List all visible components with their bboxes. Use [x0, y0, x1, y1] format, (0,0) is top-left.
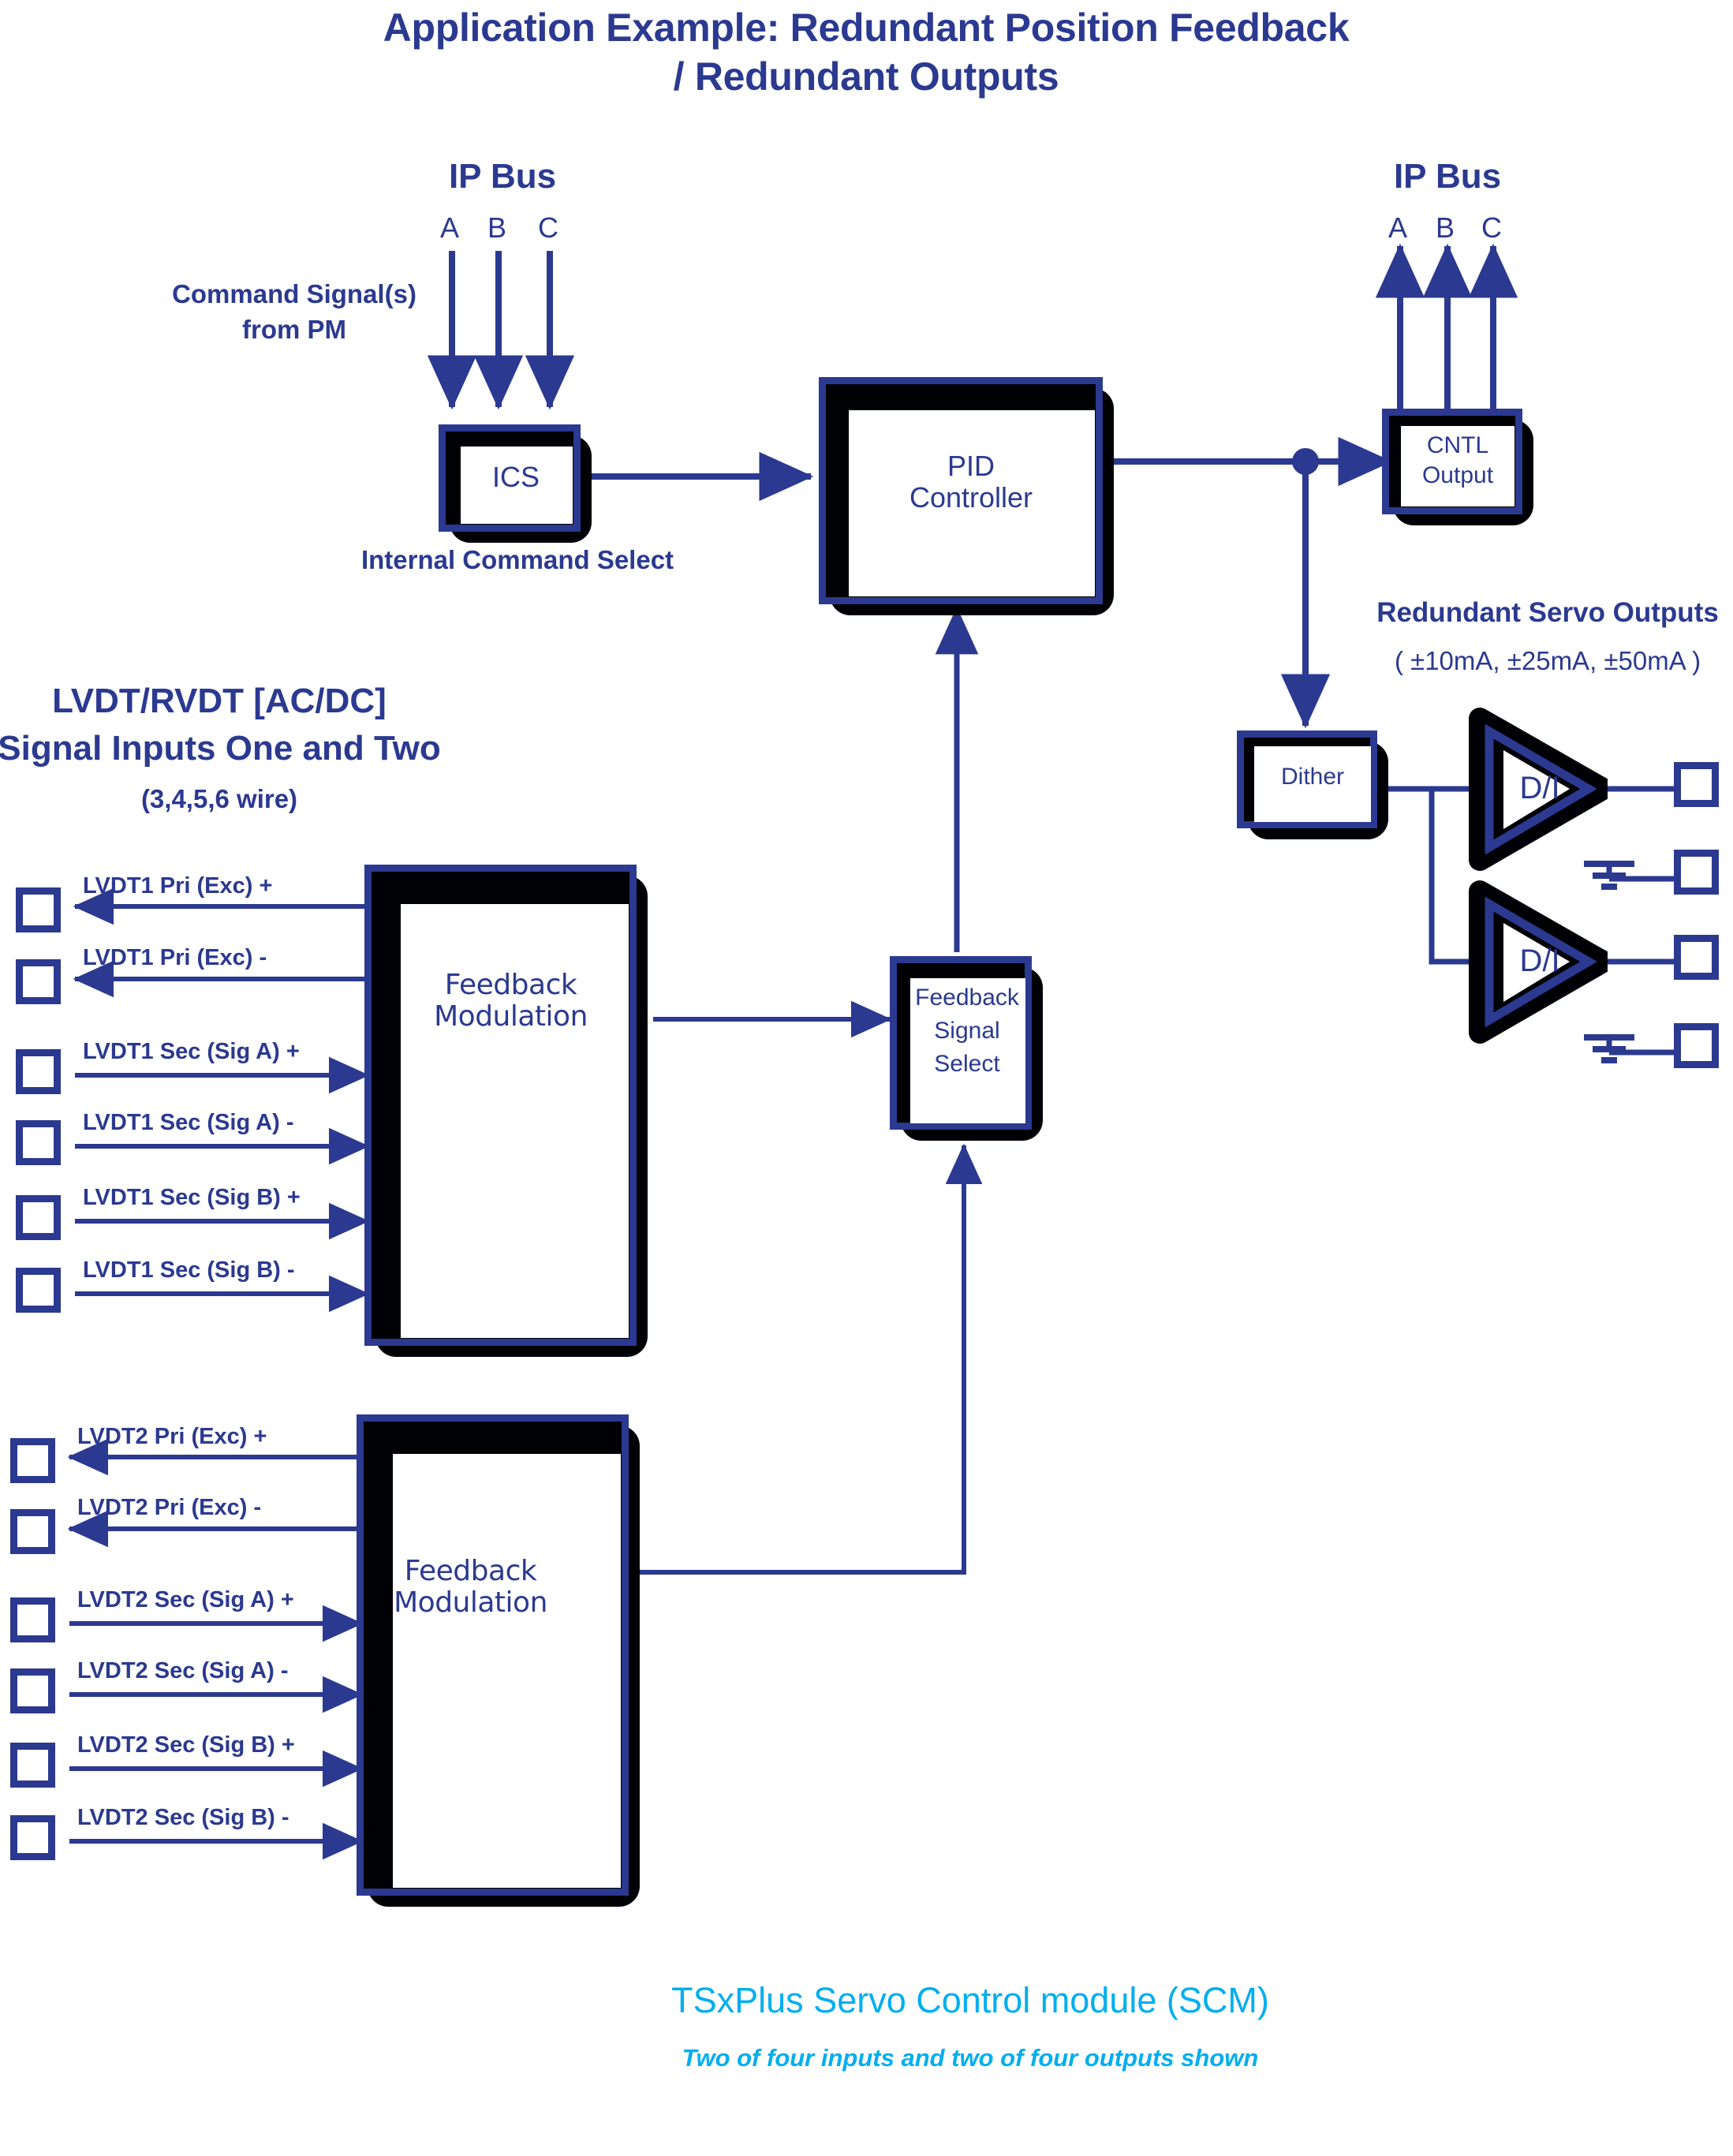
signal-inputs-header-line3: (3,4,5,6 wire) [140, 784, 298, 813]
input-bus-line-c: C [538, 211, 558, 244]
pid-block-label-line2: Controller [909, 481, 1033, 514]
fss-block-label-line1: Feedback [915, 985, 1019, 1011]
fm2-block-fill [393, 1454, 621, 1888]
input-bus-line-a: A [440, 211, 460, 244]
ics-block[interactable]: ICS [439, 424, 592, 543]
lvdt1-label-5: LVDT1 Sec (Sig B) + [83, 1185, 301, 1210]
lvdt2-terminal-6[interactable] [10, 1815, 55, 1860]
servo-outputs-ranges: ( ±10mA, ±25mA, ±50mA ) [1394, 646, 1701, 675]
lvdt2-label-3: LVDT2 Sec (Sig A) + [77, 1587, 294, 1612]
lvdt1-terminal-3[interactable] [16, 1049, 61, 1094]
lvdt2-label-5: LVDT2 Sec (Sig B) + [77, 1732, 295, 1758]
output-bus-line-b: B [1436, 211, 1455, 244]
lvdt2-label-6: LVDT2 Sec (Sig B) - [77, 1805, 289, 1830]
wire-junction-dot [1292, 448, 1319, 475]
output-bus-line-c: C [1481, 211, 1502, 244]
lvdt2-terminal-2[interactable] [10, 1509, 55, 1554]
fm1-block-label-line1: Feedback [444, 969, 577, 1001]
servo-output-terminal-4[interactable] [1674, 1023, 1719, 1068]
dither-block-label: Dither [1280, 764, 1345, 790]
fss-block-label-line2: Signal [934, 1018, 1000, 1044]
lvdt1-label-4: LVDT1 Sec (Sig A) - [83, 1110, 294, 1135]
lvdt1-terminal-1[interactable] [16, 887, 61, 932]
servo-output-terminal-3[interactable] [1674, 935, 1719, 980]
fm2-block-label-line1: Feedback [404, 1555, 537, 1587]
lvdt1-terminal-2[interactable] [16, 959, 61, 1004]
fm1-block-label-line2: Modulation [434, 1000, 588, 1033]
pid-controller-block[interactable]: PID Controller [819, 377, 1114, 615]
di-amplifier-2-label: D/I [1519, 943, 1560, 978]
output-ip-bus-label: IP Bus [1393, 157, 1502, 196]
feedback-modulation-1-block[interactable]: Feedback Modulation [364, 865, 648, 1357]
command-signal-note-line1: Command Signal(s) [172, 279, 416, 308]
ics-block-label: ICS [491, 461, 540, 493]
lvdt1-terminal-6[interactable] [16, 1268, 61, 1313]
ics-caption: Internal Command Select [360, 545, 674, 574]
page-title-line2: / Redundant Outputs [673, 54, 1059, 99]
lvdt2-terminal-3[interactable] [10, 1597, 55, 1642]
cntl-output-block[interactable]: CNTL Output [1382, 409, 1533, 525]
di-amplifier-2[interactable]: D/I [1469, 877, 1614, 1047]
footer-caption: TSxPlus Servo Control module (SCM) [671, 1980, 1269, 2020]
wire-fm2-to-fss [639, 1143, 983, 1575]
signal-inputs-header-line2: Signal Inputs One and Two [0, 729, 441, 768]
cntl-block-label-line2: Output [1421, 462, 1494, 488]
servo-output-terminal-1[interactable] [1674, 762, 1719, 807]
output-bus-line-a: A [1388, 211, 1408, 244]
servo-outputs-header: Redundant Servo Outputs [1376, 597, 1719, 628]
page-title-line1: Application Example: Redundant Position … [383, 6, 1350, 50]
lvdt2-terminal-4[interactable] [10, 1668, 55, 1713]
dither-block[interactable]: Dither [1237, 730, 1388, 839]
command-signal-note-line2: from PM [242, 315, 346, 344]
servo-output-terminal-2[interactable] [1674, 850, 1719, 895]
lvdt1-terminal-4[interactable] [16, 1120, 61, 1165]
lvdt2-label-2: LVDT2 Pri (Exc) - [77, 1495, 262, 1520]
feedback-modulation-2-block[interactable]: Feedback Modulation [357, 1414, 640, 1907]
lvdt2-terminal-1[interactable] [10, 1438, 55, 1483]
fm2-block-label-line2: Modulation [394, 1586, 547, 1619]
pid-block-label-line1: PID [947, 450, 995, 482]
cntl-block-label-line1: CNTL [1426, 432, 1489, 458]
lvdt2-terminal-5[interactable] [10, 1743, 55, 1788]
input-bus-line-b: B [487, 211, 507, 244]
di-amplifier-1[interactable]: D/I [1469, 704, 1614, 874]
feedback-signal-select-block[interactable]: Feedback Signal Select [890, 956, 1043, 1141]
input-ip-bus-label: IP Bus [448, 157, 557, 196]
fss-block-label-line3: Select [934, 1051, 1000, 1077]
lvdt2-label-4: LVDT2 Sec (Sig A) - [77, 1658, 289, 1683]
di-amplifier-1-label: D/I [1519, 771, 1560, 805]
lvdt2-label-1: LVDT2 Pri (Exc) + [77, 1424, 267, 1449]
lvdt1-label-3: LVDT1 Sec (Sig A) + [83, 1039, 300, 1064]
signal-inputs-header-line1: LVDT/RVDT [AC/DC] [52, 682, 387, 720]
lvdt1-label-6: LVDT1 Sec (Sig B) - [83, 1257, 295, 1283]
footer-subcaption: Two of four inputs and two of four outpu… [682, 2044, 1259, 2072]
lvdt1-terminal-5[interactable] [16, 1195, 61, 1240]
diagram-canvas: Application Example: Redundant Position … [0, 0, 1733, 2156]
wire-dither-to-ampB [1376, 786, 1483, 965]
lvdt1-label-1: LVDT1 Pri (Exc) + [83, 873, 273, 899]
lvdt1-label-2: LVDT1 Pri (Exc) - [83, 945, 267, 970]
